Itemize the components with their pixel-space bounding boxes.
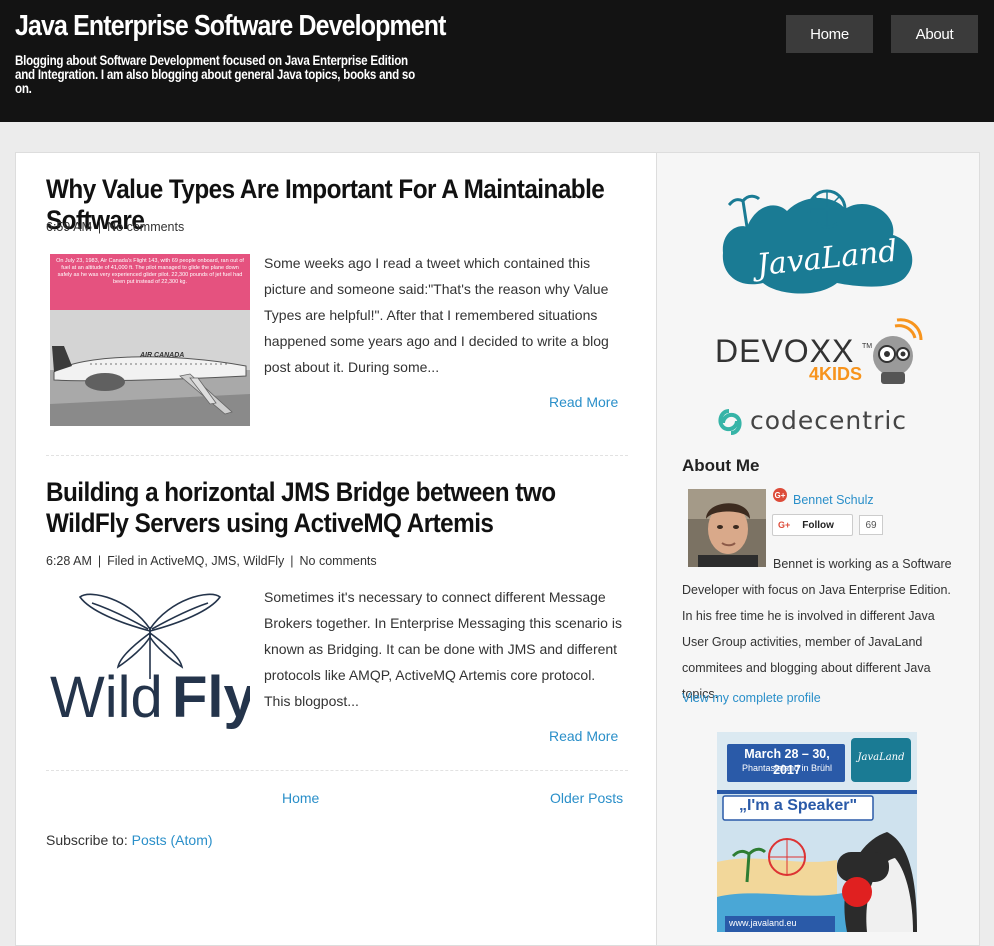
post-time: 6:59 AM xyxy=(46,220,92,234)
sidebar: JavaLand DEVOXX TM 4KIDS codecentric Abo… xyxy=(656,152,980,946)
devoxx4kids-logo-image: DEVOXX TM 4KIDS xyxy=(715,318,923,384)
post-comments-link[interactable]: No comments xyxy=(300,554,377,568)
older-posts-link[interactable]: Older Posts xyxy=(550,790,623,806)
wildfly-logo: Wild Fly xyxy=(50,593,256,730)
devoxx-tm-mark: TM xyxy=(862,343,872,350)
devoxx4kids-sponsor-logo[interactable]: DEVOXX TM 4KIDS xyxy=(715,318,925,390)
site-header: Java Enterprise Software Development Blo… xyxy=(0,0,994,122)
post-divider xyxy=(46,455,628,456)
site-description: Blogging about Software Development focu… xyxy=(15,53,415,96)
post-meta: 6:28 AM | Filed in ActiveMQ, JMS, WildFly |… xyxy=(46,554,377,568)
post-comments-link[interactable]: No comments xyxy=(107,220,184,234)
post-title[interactable]: Building a horizontal JMS Bridge between… xyxy=(46,477,631,539)
post-title-wrap: Building a horizontal JMS Bridge between… xyxy=(46,477,628,539)
wildfly-text-light: Wild xyxy=(50,665,163,730)
javaland-speaker-banner[interactable]: March 28 – 30, 2017 Phantasialand in Brü… xyxy=(717,732,917,932)
site-title[interactable]: Java Enterprise Software Development xyxy=(15,10,446,43)
pager-home-link[interactable]: Home xyxy=(282,790,319,806)
plane-livery-text: AIR CANADA xyxy=(139,352,184,359)
banner-url: www.javaland.eu xyxy=(729,918,797,928)
post-thumbnail-air-canada[interactable]: AIR CANADA On July 23, 1983, Air Canada'… xyxy=(50,254,250,426)
follower-count: 69 xyxy=(859,515,883,535)
codecentric-logo-image: codecentric xyxy=(718,406,907,435)
banner-date: March 28 – 30, 2017 xyxy=(744,747,830,777)
main-content: Why Value Types Are Important For A Main… xyxy=(15,152,657,946)
filed-in-label: Filed in xyxy=(107,554,148,568)
banner-logo-text: JavaLand xyxy=(857,752,905,763)
codecentric-text: codecentric xyxy=(750,406,907,435)
label-link[interactable]: ActiveMQ xyxy=(150,554,204,568)
wildfly-text-bold: Fly xyxy=(172,665,250,730)
thumbnail-caption: On July 23, 1983, Air Canada's Flight 14… xyxy=(56,258,244,285)
label-link[interactable]: WildFly xyxy=(243,554,284,568)
post-divider xyxy=(46,770,628,771)
follow-label: Follow xyxy=(802,519,834,531)
meta-separator: | xyxy=(290,554,294,568)
subscribe-label: Subscribe to: xyxy=(46,832,132,848)
meta-separator: | xyxy=(97,220,102,234)
post-time: 6:28 AM xyxy=(46,554,92,568)
meta-separator: | xyxy=(97,554,102,568)
banner-speaker-text: „I'm a Speaker" xyxy=(738,797,858,814)
post-excerpt: Sometimes it's necessary to connect diff… xyxy=(264,589,622,709)
post-thumbnail-wildfly[interactable]: Wild Fly xyxy=(50,589,256,737)
post-meta: 6:59 AM | No comments xyxy=(46,220,184,234)
codecentric-sponsor-logo[interactable]: codecentric xyxy=(715,403,925,439)
about-me-heading: About Me xyxy=(682,456,760,475)
google-plus-small-icon: G+ xyxy=(778,520,791,530)
atom-feed-link[interactable]: Posts (Atom) xyxy=(132,832,213,848)
google-plus-follow-button[interactable]: G+ Follow xyxy=(772,514,853,536)
devoxx-4kids-text: 4KIDS xyxy=(809,364,862,384)
google-plus-icon: G+ xyxy=(773,488,787,502)
banner-venue: Phantasialand in Brühl xyxy=(741,763,833,773)
post-excerpt: Some weeks ago I read a tweet which cont… xyxy=(264,255,609,375)
javaland-logo-image: JavaLand xyxy=(722,189,913,294)
read-more-link[interactable]: Read More xyxy=(549,394,647,410)
view-profile-link[interactable]: View my complete profile xyxy=(682,691,821,705)
profile-name-link[interactable]: Bennet Schulz xyxy=(793,493,874,507)
label-link[interactable]: JMS xyxy=(211,554,236,568)
profile-bio: Bennet is working as a Software Develope… xyxy=(682,557,952,701)
subscribe-line: Subscribe to: Posts (Atom) xyxy=(46,832,213,848)
javaland-sponsor-logo[interactable]: JavaLand xyxy=(717,183,922,301)
read-more-link[interactable]: Read More xyxy=(549,728,647,744)
nav-about-button[interactable]: About xyxy=(891,15,978,53)
nav-home-button[interactable]: Home xyxy=(786,15,873,53)
